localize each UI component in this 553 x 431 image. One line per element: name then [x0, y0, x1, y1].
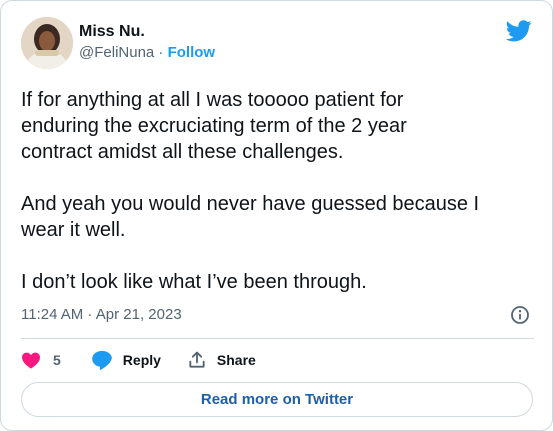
info-icon[interactable]: [510, 305, 530, 325]
tweet-meta: 11:24 AM · Apr 21, 2023: [21, 304, 534, 326]
reply-button[interactable]: Reply: [91, 350, 161, 370]
handle-row: @FeliNuna · Follow: [79, 43, 215, 63]
heart-icon: [21, 351, 41, 369]
share-button[interactable]: Share: [187, 350, 256, 370]
divider: [21, 338, 534, 339]
share-label: Share: [216, 352, 256, 368]
tweet-actions: 5 Reply Share: [21, 348, 256, 372]
avatar[interactable]: [21, 17, 73, 69]
display-name[interactable]: Miss Nu.: [79, 22, 215, 42]
speech-bubble-icon: [91, 350, 113, 370]
twitter-bird-icon[interactable]: [505, 20, 532, 42]
like-button[interactable]: 5: [21, 351, 61, 369]
tweet-header: Miss Nu. @FeliNuna · Follow: [21, 15, 534, 71]
share-upload-icon: [187, 350, 207, 370]
reply-label: Reply: [122, 352, 161, 368]
user-handle[interactable]: @FeliNuna: [79, 44, 154, 61]
tweet-timestamp[interactable]: 11:24 AM · Apr 21, 2023: [21, 306, 182, 323]
read-more-button[interactable]: Read more on Twitter: [21, 382, 533, 417]
user-info: Miss Nu. @FeliNuna · Follow: [79, 22, 215, 63]
like-count: 5: [53, 352, 61, 368]
handle-separator: ·: [154, 44, 168, 61]
follow-button[interactable]: Follow: [168, 44, 216, 61]
embedded-tweet-card: Miss Nu. @FeliNuna · Follow If for anyth…: [0, 0, 553, 431]
tweet-text: If for anything at all I was tooooo pati…: [21, 89, 480, 293]
